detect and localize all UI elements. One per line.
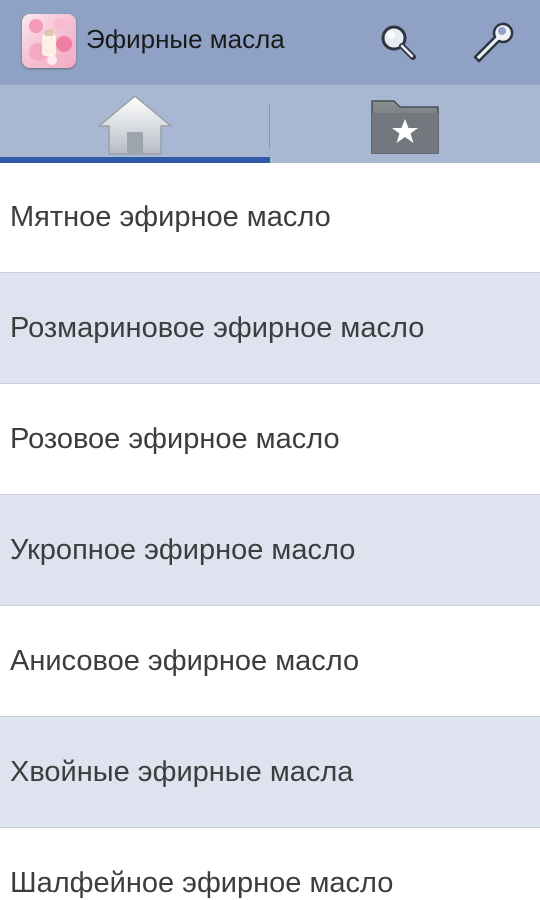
list-item[interactable]: Анисовое эфирное масло: [0, 606, 540, 717]
action-bar: Эфирные масла: [0, 0, 540, 84]
list-item[interactable]: Укропное эфирное масло: [0, 495, 540, 606]
list-item[interactable]: Хвойные эфирные масла: [0, 717, 540, 828]
search-icon: [381, 25, 416, 60]
tab-bar: [0, 84, 540, 163]
tab-favorites[interactable]: [270, 85, 540, 163]
list-item[interactable]: Розмариновое эфирное масло: [0, 273, 540, 384]
settings-button[interactable]: [466, 16, 518, 68]
oil-list: Мятное эфирное масло Розмариновое эфирно…: [0, 162, 540, 900]
app-title: Эфирные масла: [86, 24, 285, 54]
folder-star-icon: [371, 100, 439, 154]
app-logo-icon[interactable]: [22, 14, 76, 68]
search-button[interactable]: [372, 16, 424, 68]
home-icon: [96, 95, 174, 155]
list-item[interactable]: Розовое эфирное масло: [0, 384, 540, 495]
app-screen: Эфирные масла Мятное эфирное масло Розма…: [0, 0, 540, 900]
list-item[interactable]: Шалфейное эфирное масло: [0, 828, 540, 900]
wrench-icon: [473, 22, 514, 63]
tab-home[interactable]: [0, 85, 270, 163]
list-item[interactable]: Мятное эфирное масло: [0, 162, 540, 273]
